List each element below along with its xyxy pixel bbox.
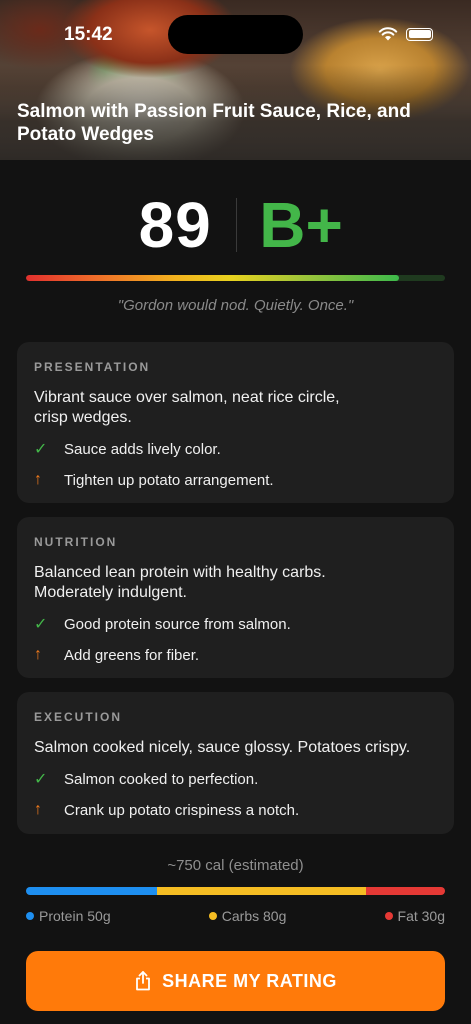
arrow-up-icon: ↑ <box>34 801 42 818</box>
share-button-label: SHARE MY RATING <box>162 970 337 991</box>
improve-point: ↑ Tighten up potato arrangement. <box>34 470 437 490</box>
legend-carbs-label: Carbs 80g <box>221 908 287 924</box>
legend-fat: Fat 30g <box>384 908 445 924</box>
dynamic-island <box>168 15 303 54</box>
fat-dot-icon <box>384 912 393 920</box>
macro-seg-carbs <box>156 887 367 895</box>
card-nutrition: NUTRITION Balanced lean protein with hea… <box>17 517 454 678</box>
check-icon: ✓ <box>34 616 48 633</box>
carbs-dot-icon <box>208 912 217 920</box>
improve-text: Add greens for fiber. <box>64 646 200 664</box>
check-icon: ✓ <box>34 441 48 458</box>
arrow-up-icon: ↑ <box>34 646 42 663</box>
score-bar-fill <box>26 275 399 281</box>
score-bar <box>26 275 445 281</box>
improve-point: ↑ Add greens for fiber. <box>34 645 437 665</box>
score-grade: B+ <box>259 189 343 261</box>
improve-text: Crank up potato crispiness a notch. <box>64 801 300 819</box>
score-divider <box>235 198 238 252</box>
battery-icon <box>406 27 433 41</box>
macro-legend: Protein 50g Carbs 80g Fat 30g <box>26 908 445 924</box>
positive-text: Salmon cooked to perfection. <box>64 770 259 788</box>
card-label: PRESENTATION <box>34 360 151 374</box>
score-value: 89 <box>138 189 212 261</box>
macro-seg-protein <box>26 887 157 895</box>
macro-seg-fat <box>366 887 445 895</box>
legend-carbs: Carbs 80g <box>208 908 287 924</box>
card-label: EXECUTION <box>34 710 123 724</box>
arrow-up-icon: ↑ <box>34 471 42 488</box>
card-summary: Salmon cooked nicely, sauce glossy. Pota… <box>34 739 411 756</box>
macro-bar <box>26 887 445 895</box>
status-icons <box>378 27 433 41</box>
positive-point: ✓ Sauce adds lively color. <box>34 439 437 459</box>
check-icon: ✓ <box>34 771 48 788</box>
rating-quote: "Gordon would nod. Quietly. Once." <box>117 297 354 314</box>
score-row: 89 B+ <box>0 189 471 261</box>
positive-point: ✓ Good protein source from salmon. <box>34 614 437 634</box>
calorie-estimate: ~750 cal (estimated) <box>167 857 304 874</box>
card-presentation: PRESENTATION Vibrant sauce over salmon, … <box>17 342 454 503</box>
legend-protein: Protein 50g <box>26 908 111 924</box>
positive-text: Good protein source from salmon. <box>64 615 291 633</box>
positive-text: Sauce adds lively color. <box>64 440 221 458</box>
dish-title: Salmon with Passion Fruit Sauce, Rice, a… <box>17 101 411 145</box>
card-summary: Balanced lean protein with healthy carbs… <box>34 564 326 601</box>
legend-protein-label: Protein 50g <box>39 908 111 924</box>
improve-point: ↑ Crank up potato crispiness a notch. <box>34 800 437 820</box>
share-icon <box>136 971 150 991</box>
status-time: 15:42 <box>64 24 113 45</box>
improve-text: Tighten up potato arrangement. <box>64 471 274 489</box>
protein-dot-icon <box>26 912 34 920</box>
dish-photo: 15:42 Salmon with Passion Fruit Sauce, R… <box>0 0 471 160</box>
rating-screen: 15:42 Salmon with Passion Fruit Sauce, R… <box>0 0 471 1024</box>
share-rating-button[interactable]: SHARE MY RATING <box>26 951 445 1011</box>
card-label: NUTRITION <box>34 535 118 549</box>
card-summary: Vibrant sauce over salmon, neat rice cir… <box>34 389 340 426</box>
wifi-icon <box>378 27 398 41</box>
positive-point: ✓ Salmon cooked to perfection. <box>34 769 437 789</box>
legend-fat-label: Fat 30g <box>397 908 445 924</box>
card-execution: EXECUTION Salmon cooked nicely, sauce gl… <box>17 692 454 834</box>
